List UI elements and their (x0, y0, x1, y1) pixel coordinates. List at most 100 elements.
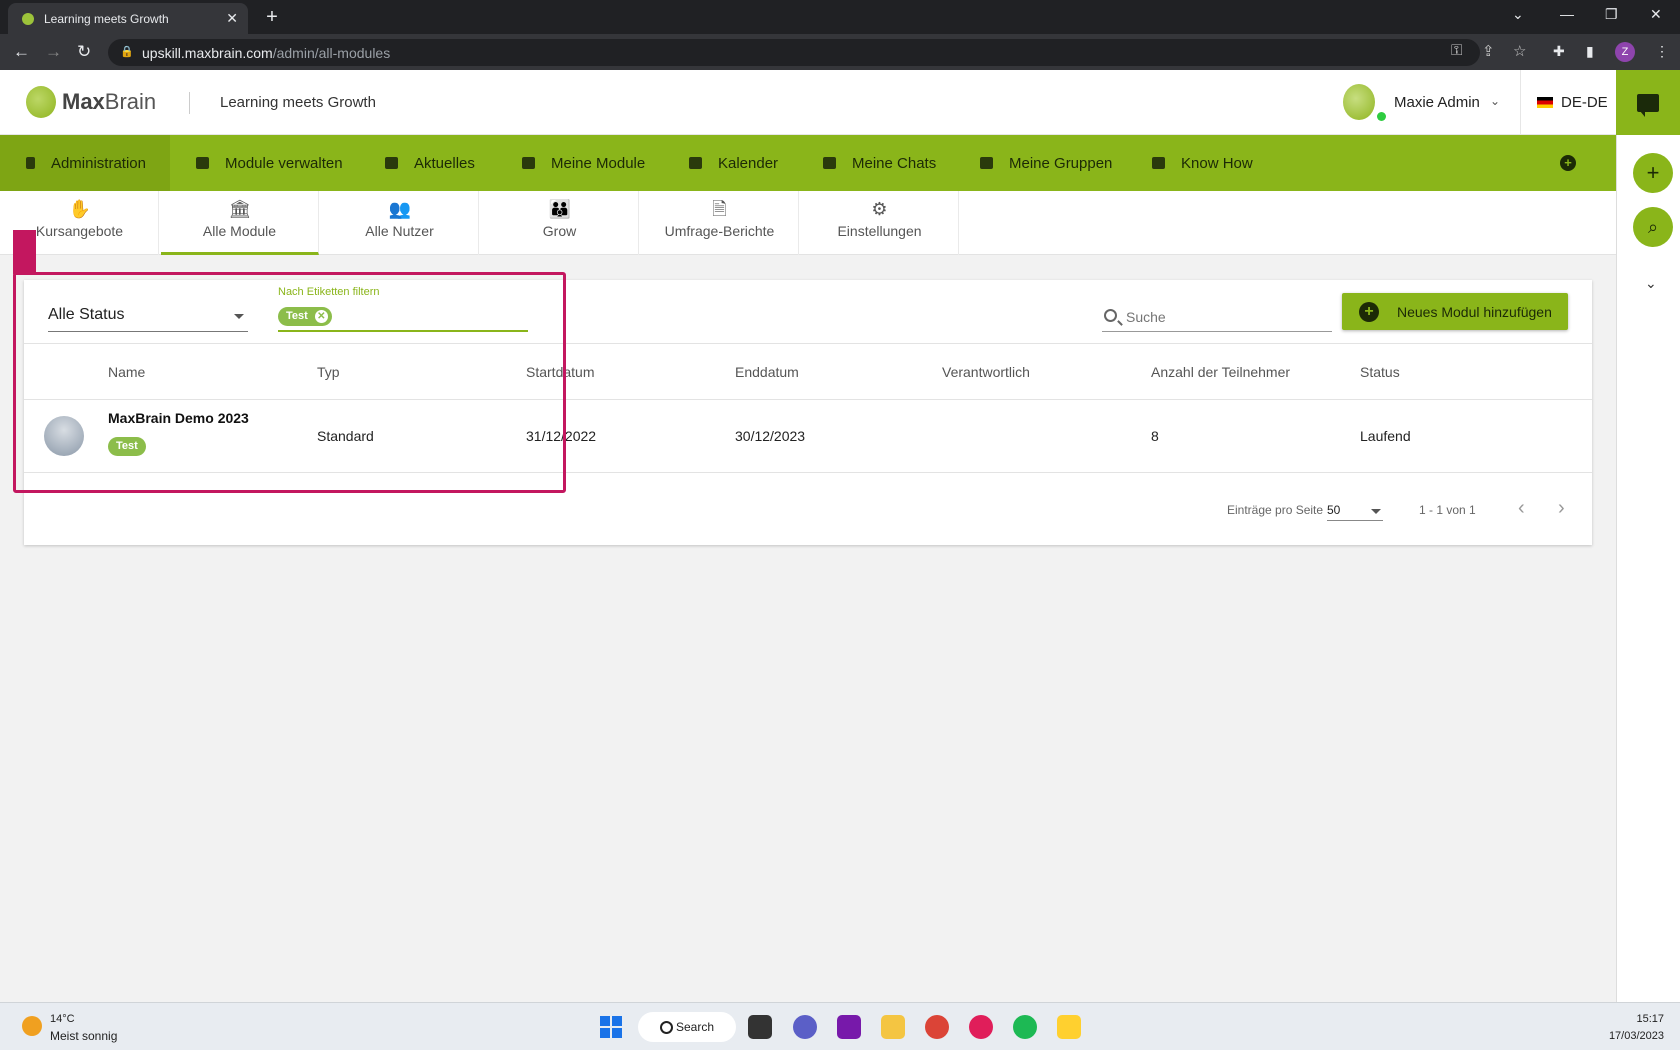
right-sidebar: + ⌕ ⌄ (1616, 135, 1680, 1002)
main-navigation: Administration Module verwalten Aktuelle… (0, 135, 1616, 191)
weather-sun-icon[interactable] (22, 1016, 42, 1036)
nav-administration[interactable]: Administration (0, 135, 170, 191)
minimize-icon[interactable]: — (1560, 6, 1574, 22)
nav-kalender[interactable]: Kalender (689, 135, 778, 191)
user-avatar[interactable] (1343, 84, 1375, 120)
forward-icon[interactable]: → (45, 42, 62, 62)
team-icon: 👪 (548, 199, 571, 219)
online-status-dot (1377, 112, 1386, 121)
per-page-label: Einträge pro Seite (1227, 503, 1324, 517)
next-page-icon[interactable]: › (1558, 497, 1565, 520)
hand-book-icon: ✋ (68, 199, 91, 219)
key-icon[interactable]: ⚿ (1451, 42, 1462, 59)
file-explorer-icon[interactable] (881, 1015, 905, 1039)
chevron-down-icon[interactable]: ⌄ (1490, 94, 1500, 108)
tab-grow[interactable]: 👪 Grow (481, 191, 639, 255)
nav-know-how[interactable]: Know How (1152, 135, 1253, 191)
tab-search-chevron-icon[interactable]: ⌄ (1512, 6, 1524, 23)
chrome-icon[interactable] (925, 1015, 949, 1039)
graduation-cap-icon (522, 157, 535, 169)
browser-toolbar: ← → ↻ 🔒 upskill.maxbrain.com/admin/all-m… (0, 34, 1680, 70)
users-icon: 👥 (388, 199, 411, 219)
share-icon[interactable]: ⇪ (1482, 42, 1495, 60)
column-header-teilnehmer[interactable]: Anzahl der Teilnehmer (1151, 364, 1290, 380)
task-view-icon[interactable] (748, 1015, 772, 1039)
chevron-down-icon[interactable]: ⌄ (1645, 275, 1657, 292)
dropdown-caret-icon (1371, 509, 1381, 514)
column-header-enddatum[interactable]: Enddatum (735, 364, 799, 380)
quick-add-button[interactable]: + (1633, 153, 1673, 193)
gears-icon: ⚙ (871, 199, 888, 219)
profile-avatar[interactable]: Z (1615, 42, 1635, 62)
windows-start-icon[interactable] (600, 1016, 622, 1038)
star-icon[interactable]: ☆ (1513, 42, 1526, 60)
url-path: /admin/all-modules (272, 44, 391, 61)
brain-logo-icon (26, 86, 56, 118)
weather-desc: Meist sonnig (50, 1029, 118, 1043)
tab-alle-module[interactable]: 🏛 Alle Module (161, 191, 319, 255)
search-icon (1104, 309, 1117, 322)
module-participants: 8 (1151, 428, 1159, 444)
browser-tab[interactable]: Learning meets Growth ✕ (8, 3, 248, 34)
nav-add-icon[interactable]: + (1560, 155, 1576, 171)
app-header: MaxBrain Learning meets Growth Maxie Adm… (0, 70, 1616, 135)
spotify-icon[interactable] (1013, 1015, 1037, 1039)
menu-icon[interactable]: ⋮ (1655, 43, 1669, 60)
module-end-date: 30/12/2023 (735, 428, 806, 444)
nav-module-verwalten[interactable]: Module verwalten (196, 135, 343, 191)
nav-meine-module[interactable]: Meine Module (522, 135, 645, 191)
miro-icon[interactable] (1057, 1015, 1081, 1039)
onenote-icon[interactable] (837, 1015, 861, 1039)
german-flag-icon (1537, 97, 1553, 108)
tab-close-icon[interactable]: ✕ (226, 10, 238, 27)
book-icon (1152, 157, 1165, 169)
header-separator (1520, 70, 1521, 135)
add-module-button[interactable]: + Neues Modul hinzufügen (1342, 293, 1568, 330)
highlight-marker (13, 230, 36, 274)
tab-umfrage-berichte[interactable]: 🗎 Umfrage-Berichte (641, 191, 799, 255)
tab-alle-nutzer[interactable]: 👥 Alle Nutzer (321, 191, 479, 255)
quick-search-button[interactable]: ⌕ (1633, 207, 1673, 247)
clock-time: 15:17 (1636, 1013, 1664, 1025)
lock-icon: 🔒 (120, 46, 134, 58)
extensions-icon[interactable]: ✚ (1553, 43, 1565, 60)
column-header-status[interactable]: Status (1360, 364, 1400, 380)
teams-chat-icon[interactable] (793, 1015, 817, 1039)
nav-meine-chats[interactable]: Meine Chats (823, 135, 936, 191)
windows-taskbar: 14°C Meist sonnig Search 15:17 17/03/202… (0, 1002, 1680, 1050)
nav-meine-gruppen[interactable]: Meine Gruppen (980, 135, 1112, 191)
url-host: upskill.maxbrain.com (142, 44, 273, 61)
page-range: 1 - 1 von 1 (1419, 503, 1476, 517)
address-bar[interactable]: 🔒 upskill.maxbrain.com/admin/all-modules (108, 39, 1480, 66)
browser-tab-strip: Learning meets Growth ✕ + ⌄ — ❐ ✕ (0, 0, 1680, 34)
search-field[interactable] (1102, 304, 1332, 332)
restore-icon[interactable]: ❐ (1605, 6, 1618, 23)
weather-temp: 14°C (50, 1013, 75, 1025)
clock-date: 17/03/2023 (1608, 1030, 1664, 1042)
column-header-verantwortlich[interactable]: Verantwortlich (942, 364, 1030, 380)
highlight-box (13, 272, 566, 493)
sidepanel-icon[interactable]: ▮ (1586, 43, 1594, 60)
user-menu[interactable]: Maxie Admin (1394, 94, 1480, 111)
per-page-select[interactable]: 50 (1327, 499, 1383, 521)
institution-icon: 🏛 (228, 199, 252, 219)
search-input[interactable] (1126, 306, 1326, 328)
reload-icon[interactable]: ↻ (77, 42, 91, 62)
chat-icon (1637, 93, 1659, 117)
taskbar-search[interactable]: Search (638, 1012, 736, 1042)
language-selector[interactable]: DE-DE (1561, 94, 1608, 111)
favicon-icon (22, 12, 34, 25)
folder-user-icon (196, 157, 209, 169)
nav-aktuelles[interactable]: Aktuelles (385, 135, 475, 191)
chat-button[interactable] (1616, 70, 1680, 135)
back-icon[interactable]: ← (13, 42, 30, 62)
brand-name: MaxBrain (62, 89, 157, 114)
maxbrain-logo[interactable]: MaxBrain (26, 86, 156, 118)
previous-page-icon[interactable]: ‹ (1518, 497, 1525, 520)
new-tab-button[interactable]: + (260, 6, 284, 28)
news-icon (385, 157, 398, 169)
slack-icon[interactable] (969, 1015, 993, 1039)
calendar-icon (689, 157, 702, 169)
tab-einstellungen[interactable]: ⚙ Einstellungen (801, 191, 959, 255)
close-window-icon[interactable]: ✕ (1650, 6, 1662, 23)
